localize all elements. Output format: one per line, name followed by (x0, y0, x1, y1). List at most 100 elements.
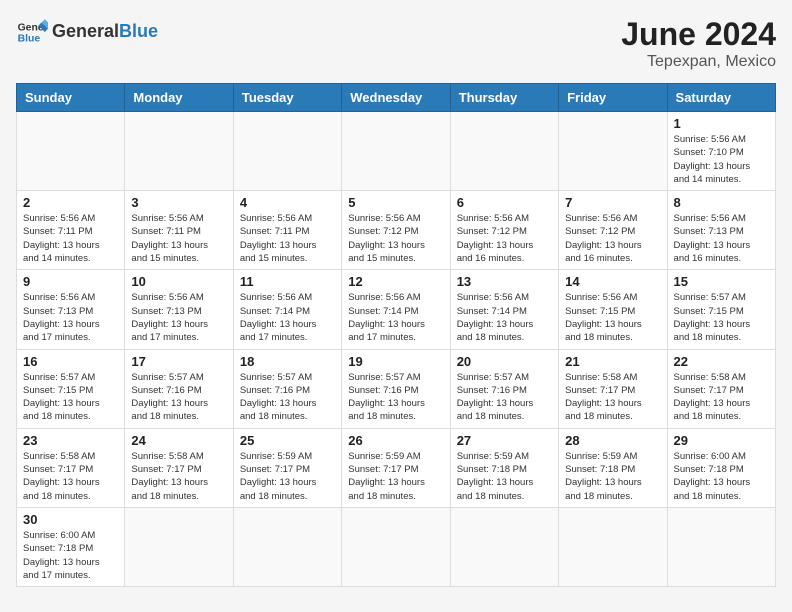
day-info: Sunrise: 5:56 AM Sunset: 7:14 PM Dayligh… (240, 291, 335, 344)
day-number: 9 (23, 274, 118, 289)
day-number: 13 (457, 274, 552, 289)
calendar-cell-33: 27 Sunrise: 5:59 AM Sunset: 7:18 PM Dayli… (450, 428, 558, 507)
day-number: 4 (240, 195, 335, 210)
day-number: 19 (348, 354, 443, 369)
weekday-header-wednesday: Wednesday (342, 84, 450, 112)
day-info: Sunrise: 5:56 AM Sunset: 7:12 PM Dayligh… (348, 212, 443, 265)
day-number: 3 (131, 195, 226, 210)
calendar-cell-1 (17, 112, 125, 191)
calendar-row-5: 23 Sunrise: 5:58 AM Sunset: 7:17 PM Dayli… (17, 428, 776, 507)
day-info: Sunrise: 5:59 AM Sunset: 7:18 PM Dayligh… (565, 450, 660, 503)
day-number: 26 (348, 433, 443, 448)
calendar-row-4: 16Sunrise: 5:57 AM Sunset: 7:15 PM Dayli… (17, 349, 776, 428)
calendar-cell-20: 14Sunrise: 5:56 AM Sunset: 7:15 PM Dayli… (559, 270, 667, 349)
day-number: 20 (457, 354, 552, 369)
day-number: 18 (240, 354, 335, 369)
day-info: Sunrise: 5:56 AM Sunset: 7:11 PM Dayligh… (131, 212, 226, 265)
calendar-cell-35: 29 Sunrise: 6:00 AM Sunset: 7:18 PM Dayli… (667, 428, 775, 507)
calendar-cell-empty (125, 507, 233, 586)
calendar-row-1: 1 Sunrise: 5:56 AM Sunset: 7:10 PM Daylig… (17, 112, 776, 191)
calendar-cell-8: 2Sunrise: 5:56 AM Sunset: 7:11 PM Daylig… (17, 191, 125, 270)
title-block: June 2024 Tepexpan, Mexico (621, 16, 776, 71)
calendar-cell-13: 7 Sunrise: 5:56 AM Sunset: 7:12 PM Daylig… (559, 191, 667, 270)
day-info: Sunrise: 5:59 AM Sunset: 7:17 PM Dayligh… (240, 450, 335, 503)
day-number: 22 (674, 354, 769, 369)
month-year-title: June 2024 (621, 16, 776, 53)
day-number: 6 (457, 195, 552, 210)
calendar-cell-14: 8 Sunrise: 5:56 AM Sunset: 7:13 PM Daylig… (667, 191, 775, 270)
day-info: Sunrise: 5:58 AM Sunset: 7:17 PM Dayligh… (23, 450, 118, 503)
calendar-cell-15: 9 Sunrise: 5:56 AM Sunset: 7:13 PM Daylig… (17, 270, 125, 349)
calendar-row-6: 30Sunrise: 6:00 AM Sunset: 7:18 PM Dayli… (17, 507, 776, 586)
calendar-cell-25: 19 Sunrise: 5:57 AM Sunset: 7:16 PM Dayli… (342, 349, 450, 428)
day-info: Sunrise: 5:57 AM Sunset: 7:16 PM Dayligh… (348, 371, 443, 424)
day-info: Sunrise: 5:58 AM Sunset: 7:17 PM Dayligh… (674, 371, 769, 424)
calendar-cell-19: 13 Sunrise: 5:56 AM Sunset: 7:14 PM Dayli… (450, 270, 558, 349)
day-number: 1 (674, 116, 769, 131)
day-number: 27 (457, 433, 552, 448)
calendar-cell-36: 30Sunrise: 6:00 AM Sunset: 7:18 PM Dayli… (17, 507, 125, 586)
weekday-header-saturday: Saturday (667, 84, 775, 112)
calendar-cell-9: 3 Sunrise: 5:56 AM Sunset: 7:11 PM Daylig… (125, 191, 233, 270)
day-number: 8 (674, 195, 769, 210)
day-number: 25 (240, 433, 335, 448)
weekday-header-friday: Friday (559, 84, 667, 112)
calendar-cell-empty (233, 507, 341, 586)
calendar-cell-empty (342, 507, 450, 586)
location-title: Tepexpan, Mexico (621, 53, 776, 71)
day-info: Sunrise: 5:58 AM Sunset: 7:17 PM Dayligh… (131, 450, 226, 503)
day-number: 23 (23, 433, 118, 448)
calendar-cell-5 (450, 112, 558, 191)
day-info: Sunrise: 5:57 AM Sunset: 7:16 PM Dayligh… (131, 371, 226, 424)
weekday-header-monday: Monday (125, 84, 233, 112)
calendar-row-3: 9 Sunrise: 5:56 AM Sunset: 7:13 PM Daylig… (17, 270, 776, 349)
weekday-header-row: SundayMondayTuesdayWednesdayThursdayFrid… (17, 84, 776, 112)
page-header: General Blue GeneralBlue June 2024 Tepex… (16, 16, 776, 71)
day-number: 11 (240, 274, 335, 289)
day-number: 7 (565, 195, 660, 210)
day-number: 14 (565, 274, 660, 289)
day-info: Sunrise: 5:58 AM Sunset: 7:17 PM Dayligh… (565, 371, 660, 424)
calendar-cell-empty (559, 507, 667, 586)
day-info: Sunrise: 6:00 AM Sunset: 7:18 PM Dayligh… (23, 529, 118, 582)
logo-icon: General Blue (16, 16, 48, 48)
day-info: Sunrise: 6:00 AM Sunset: 7:18 PM Dayligh… (674, 450, 769, 503)
day-number: 17 (131, 354, 226, 369)
day-info: Sunrise: 5:56 AM Sunset: 7:10 PM Dayligh… (674, 133, 769, 186)
calendar-cell-27: 21Sunrise: 5:58 AM Sunset: 7:17 PM Dayli… (559, 349, 667, 428)
day-number: 10 (131, 274, 226, 289)
day-info: Sunrise: 5:56 AM Sunset: 7:12 PM Dayligh… (565, 212, 660, 265)
day-number: 5 (348, 195, 443, 210)
calendar-cell-22: 16Sunrise: 5:57 AM Sunset: 7:15 PM Dayli… (17, 349, 125, 428)
day-number: 12 (348, 274, 443, 289)
day-info: Sunrise: 5:57 AM Sunset: 7:16 PM Dayligh… (457, 371, 552, 424)
logo-text: GeneralBlue (52, 22, 158, 42)
calendar-cell-7: 1 Sunrise: 5:56 AM Sunset: 7:10 PM Daylig… (667, 112, 775, 191)
calendar-cell-23: 17 Sunrise: 5:57 AM Sunset: 7:16 PM Dayli… (125, 349, 233, 428)
day-number: 16 (23, 354, 118, 369)
calendar-cell-10: 4Sunrise: 5:56 AM Sunset: 7:11 PM Daylig… (233, 191, 341, 270)
calendar-table: SundayMondayTuesdayWednesdayThursdayFrid… (16, 83, 776, 587)
calendar-cell-16: 10 Sunrise: 5:56 AM Sunset: 7:13 PM Dayli… (125, 270, 233, 349)
calendar-cell-12: 6Sunrise: 5:56 AM Sunset: 7:12 PM Daylig… (450, 191, 558, 270)
weekday-header-thursday: Thursday (450, 84, 558, 112)
day-info: Sunrise: 5:56 AM Sunset: 7:13 PM Dayligh… (23, 291, 118, 344)
day-number: 29 (674, 433, 769, 448)
day-number: 2 (23, 195, 118, 210)
calendar-cell-2 (125, 112, 233, 191)
calendar-cell-3 (233, 112, 341, 191)
calendar-cell-30: 24Sunrise: 5:58 AM Sunset: 7:17 PM Dayli… (125, 428, 233, 507)
day-info: Sunrise: 5:59 AM Sunset: 7:18 PM Dayligh… (457, 450, 552, 503)
weekday-header-tuesday: Tuesday (233, 84, 341, 112)
day-info: Sunrise: 5:56 AM Sunset: 7:14 PM Dayligh… (348, 291, 443, 344)
day-number: 15 (674, 274, 769, 289)
day-info: Sunrise: 5:57 AM Sunset: 7:16 PM Dayligh… (240, 371, 335, 424)
calendar-cell-6 (559, 112, 667, 191)
day-info: Sunrise: 5:56 AM Sunset: 7:13 PM Dayligh… (131, 291, 226, 344)
day-info: Sunrise: 5:57 AM Sunset: 7:15 PM Dayligh… (674, 291, 769, 344)
day-info: Sunrise: 5:56 AM Sunset: 7:14 PM Dayligh… (457, 291, 552, 344)
calendar-cell-34: 28Sunrise: 5:59 AM Sunset: 7:18 PM Dayli… (559, 428, 667, 507)
calendar-cell-28: 22 Sunrise: 5:58 AM Sunset: 7:17 PM Dayli… (667, 349, 775, 428)
day-info: Sunrise: 5:56 AM Sunset: 7:13 PM Dayligh… (674, 212, 769, 265)
calendar-cell-empty (667, 507, 775, 586)
